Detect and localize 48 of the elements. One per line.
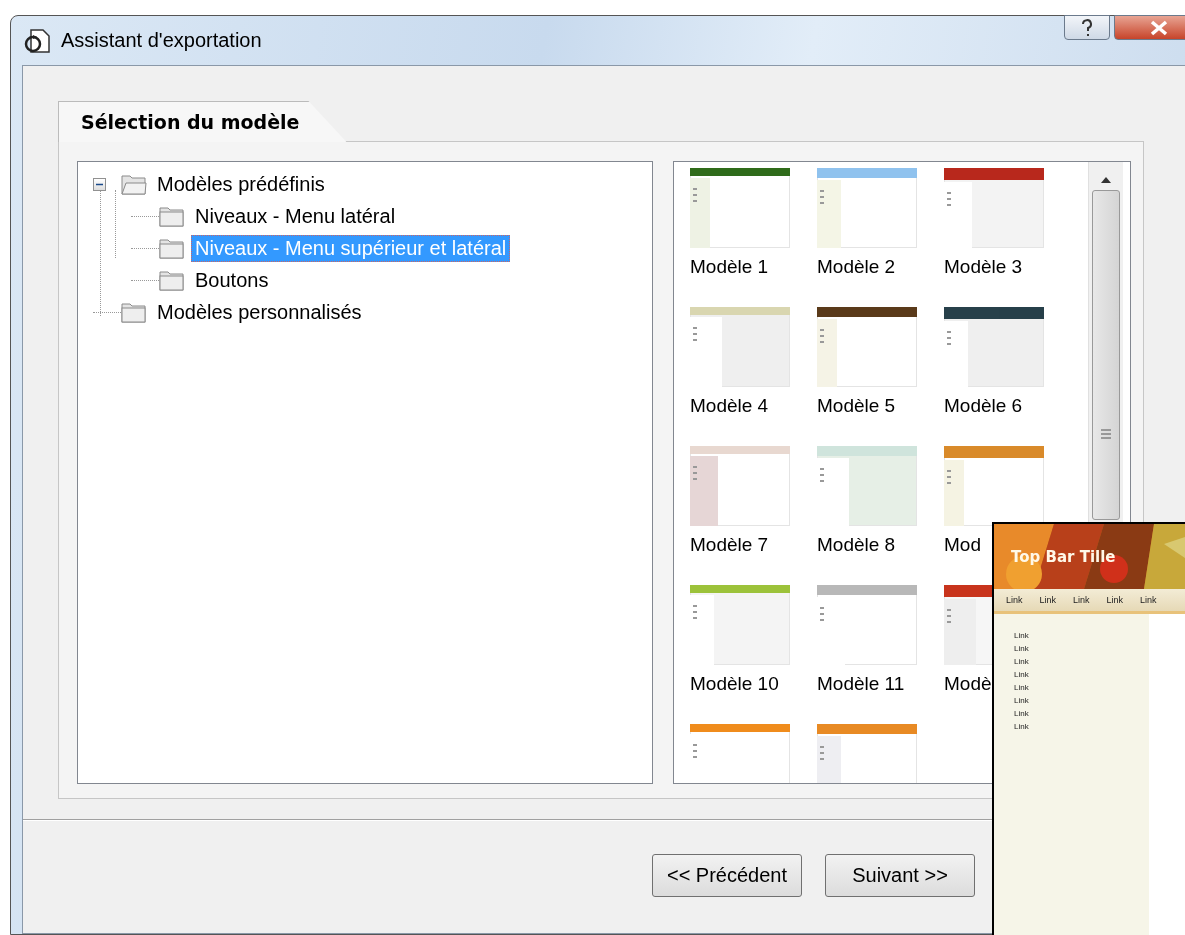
side-link[interactable]: Link (1014, 643, 1149, 654)
template-label[interactable]: Modèle 1 (690, 256, 769, 278)
scrollbar-thumb[interactable] (1092, 190, 1120, 520)
template-label[interactable]: Modèle 7 (690, 534, 769, 556)
scroll-up-icon[interactable] (1100, 176, 1112, 184)
preview-title: Top Bar Tille (1011, 547, 1116, 566)
help-button[interactable] (1064, 15, 1110, 40)
tree-item[interactable]: Boutons (191, 266, 273, 294)
next-button[interactable]: Suivant >> (825, 854, 975, 897)
template-label[interactable]: Modèle 4 (690, 395, 769, 417)
side-link[interactable]: Link (1014, 682, 1149, 693)
nav-link[interactable]: Link (1106, 595, 1124, 605)
side-link[interactable]: Link (1014, 630, 1149, 641)
side-link[interactable]: Link (1014, 708, 1149, 719)
previous-button[interactable]: << Précédent (652, 854, 802, 897)
nav-link[interactable]: Link (1073, 595, 1090, 605)
folder-icon (121, 301, 147, 323)
tree-item[interactable]: Modèles prédéfinis (153, 170, 329, 198)
side-link[interactable]: Link (1014, 721, 1149, 732)
tree-item[interactable]: Modèles personnalisés (153, 298, 366, 326)
folder-icon (121, 173, 147, 195)
template-label[interactable]: Modè (944, 673, 992, 695)
grip-icon (1100, 429, 1112, 439)
template-label[interactable]: Modèle 10 (690, 673, 779, 695)
window-title: Assistant d'exportation (61, 29, 262, 52)
nav-link[interactable]: Link (1039, 595, 1057, 605)
folder-icon (159, 205, 185, 227)
close-icon (1149, 19, 1169, 36)
side-link[interactable]: Link (1014, 695, 1149, 706)
app-icon (23, 27, 51, 54)
template-label[interactable]: Modèle 2 (817, 256, 896, 278)
template-label[interactable]: Modèle 3 (944, 256, 1023, 278)
template-label[interactable]: Modèle 11 (817, 673, 905, 695)
template-label[interactable]: Modèle 8 (817, 534, 896, 556)
nav-link[interactable]: Link (1006, 595, 1023, 605)
question-icon (1080, 18, 1094, 37)
template-label[interactable]: Mod (944, 534, 981, 556)
collapse-toggle[interactable] (93, 177, 106, 191)
tab[interactable]: Sélection du modèle (58, 101, 347, 142)
tree-item[interactable]: Niveaux - Menu latéral (191, 202, 400, 230)
template-label[interactable]: Modèle 6 (944, 395, 1023, 417)
folder-icon (159, 237, 185, 259)
nav-link[interactable]: Link (1140, 595, 1157, 605)
side-link[interactable]: Link (1014, 656, 1149, 667)
close-button[interactable] (1114, 15, 1185, 40)
template-label[interactable]: Modèle 5 (817, 395, 896, 417)
side-link[interactable]: Link (1014, 669, 1149, 680)
folder-icon (159, 269, 185, 291)
